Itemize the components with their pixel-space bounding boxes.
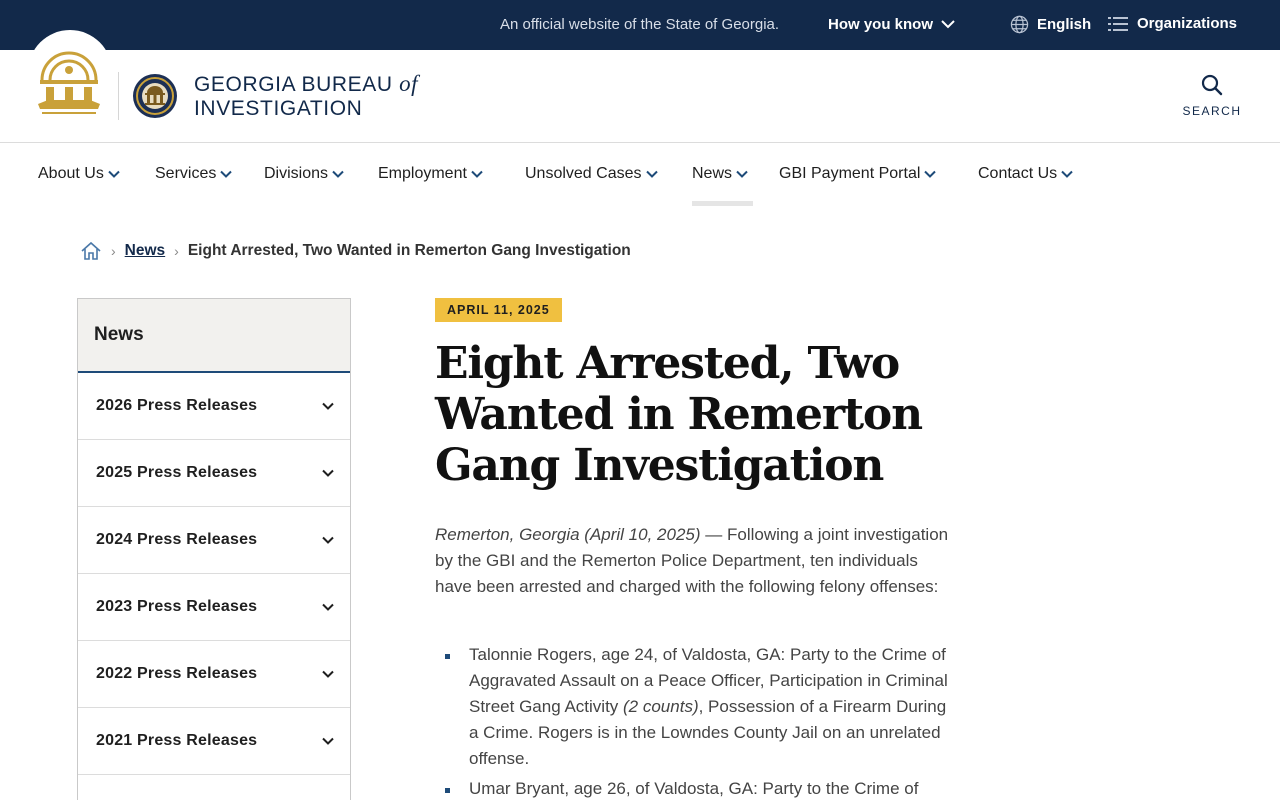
- nav-news[interactable]: News: [692, 165, 748, 183]
- gbi-badge-logo[interactable]: [132, 71, 178, 121]
- nav-contact-us[interactable]: Contact Us: [978, 165, 1073, 183]
- article-dateline: Remerton, Georgia (April 10, 2025): [435, 525, 701, 544]
- chevron-down-icon: [736, 170, 748, 178]
- nav-services[interactable]: Services: [155, 165, 233, 183]
- chevron-down-icon: [332, 170, 344, 178]
- sidebar-item-2024-press-releases[interactable]: 2024 Press Releases: [78, 507, 350, 574]
- breadcrumb-news-link[interactable]: News: [125, 242, 166, 260]
- logo-divider: [118, 72, 119, 120]
- list-item: Talonnie Rogers, age 24, of Valdosta, GA…: [445, 642, 960, 772]
- sidebar-item-label: 2024 Press Releases: [96, 531, 258, 548]
- nav-about-us[interactable]: About Us: [38, 165, 120, 183]
- nav-active-indicator: [692, 201, 753, 206]
- chevron-down-icon: [322, 737, 334, 745]
- main-navigation: About Us Services Divisions Employment U…: [0, 143, 1280, 207]
- charges-list: Talonnie Rogers, age 24, of Valdosta, GA…: [445, 642, 960, 800]
- sidebar-item-label: 2026 Press Releases: [96, 397, 258, 414]
- breadcrumb-separator: ›: [174, 243, 179, 259]
- news-sidebar: News 2026 Press Releases 2025 Press Rele…: [77, 298, 351, 800]
- search-button[interactable]: SEARCH: [1180, 73, 1244, 118]
- organizations-menu[interactable]: Organizations: [1108, 15, 1237, 32]
- language-label: English: [1037, 16, 1092, 33]
- sidebar-item-2026-press-releases[interactable]: 2026 Press Releases: [78, 373, 350, 440]
- article-headline: Eight Arrested, Two Wanted in Remerton G…: [435, 338, 923, 491]
- site-header: [0, 50, 1280, 143]
- sidebar-item-label: 2021 Press Releases: [96, 732, 258, 749]
- article-lead-paragraph: Remerton, Georgia (April 10, 2025) — Fol…: [435, 522, 955, 600]
- sidebar-item-2022-press-releases[interactable]: 2022 Press Releases: [78, 641, 350, 708]
- breadcrumb: › News › Eight Arrested, Two Wanted in R…: [80, 240, 631, 262]
- brand-line-1: GEORGIA BUREAU: [194, 73, 393, 96]
- chevron-down-icon: [322, 670, 334, 678]
- chevron-down-icon: [322, 536, 334, 544]
- chevron-down-icon: [322, 469, 334, 477]
- sidebar-item-label: 2025 Press Releases: [96, 464, 258, 481]
- nav-unsolved-cases[interactable]: Unsolved Cases: [525, 165, 658, 183]
- brand-line-2: INVESTIGATION: [194, 97, 363, 120]
- chevron-down-icon: [471, 170, 483, 178]
- chevron-down-icon: [645, 170, 658, 178]
- chevron-down-icon: [924, 170, 937, 178]
- list-icon: [1108, 16, 1128, 31]
- sidebar-item-label: 2023 Press Releases: [96, 598, 258, 615]
- nav-label: GBI Payment Portal: [779, 165, 921, 182]
- how-you-know-toggle[interactable]: How you know: [828, 16, 955, 33]
- chevron-down-icon: [220, 170, 233, 178]
- nav-label: Employment: [378, 165, 467, 182]
- how-you-know-label: How you know: [828, 16, 933, 33]
- chevron-down-icon: [322, 402, 334, 410]
- nav-gbi-payment-portal[interactable]: GBI Payment Portal: [779, 165, 937, 183]
- charge-counts: (2 counts): [623, 697, 699, 716]
- sidebar-item-2023-press-releases[interactable]: 2023 Press Releases: [78, 574, 350, 641]
- georgia-state-seal-logo[interactable]: [36, 40, 102, 116]
- nav-label: Contact Us: [978, 165, 1058, 182]
- nav-label: Divisions: [264, 165, 329, 182]
- search-icon: [1201, 74, 1223, 96]
- sidebar-item-label: 2022 Press Releases: [96, 665, 258, 682]
- sidebar-title: News: [78, 299, 350, 373]
- brand-of: of: [399, 71, 419, 96]
- chevron-down-icon: [108, 170, 120, 178]
- home-icon[interactable]: [80, 240, 102, 262]
- language-selector[interactable]: English: [1010, 15, 1091, 34]
- globe-icon: [1010, 15, 1029, 34]
- breadcrumb-current: Eight Arrested, Two Wanted in Remerton G…: [187, 242, 631, 259]
- chevron-down-icon: [941, 20, 955, 29]
- charge-text: Umar Bryant, age 26, of Valdosta, GA: Pa…: [469, 779, 919, 798]
- chevron-down-icon: [322, 603, 334, 611]
- article-date-badge: APRIL 11, 2025: [435, 298, 562, 322]
- official-site-text: An official website of the State of Geor…: [500, 16, 780, 33]
- sidebar-item-2021-press-releases[interactable]: 2021 Press Releases: [78, 708, 350, 775]
- breadcrumb-separator: ›: [111, 243, 116, 259]
- chevron-down-icon: [1061, 170, 1073, 178]
- nav-divisions[interactable]: Divisions: [264, 165, 344, 183]
- nav-label: News: [692, 165, 733, 182]
- nav-label: About Us: [38, 165, 104, 182]
- nav-label: Unsolved Cases: [525, 165, 642, 182]
- search-label: SEARCH: [1182, 104, 1242, 118]
- list-item: Umar Bryant, age 26, of Valdosta, GA: Pa…: [445, 776, 960, 800]
- site-brand-name[interactable]: GEORGIA BUREAU of INVESTIGATION: [194, 72, 418, 121]
- official-site-banner: An official website of the State of Geor…: [0, 0, 1280, 50]
- nav-employment[interactable]: Employment: [378, 165, 483, 183]
- sidebar-item-2025-press-releases[interactable]: 2025 Press Releases: [78, 440, 350, 507]
- organizations-label: Organizations: [1137, 15, 1238, 32]
- nav-label: Services: [155, 165, 217, 182]
